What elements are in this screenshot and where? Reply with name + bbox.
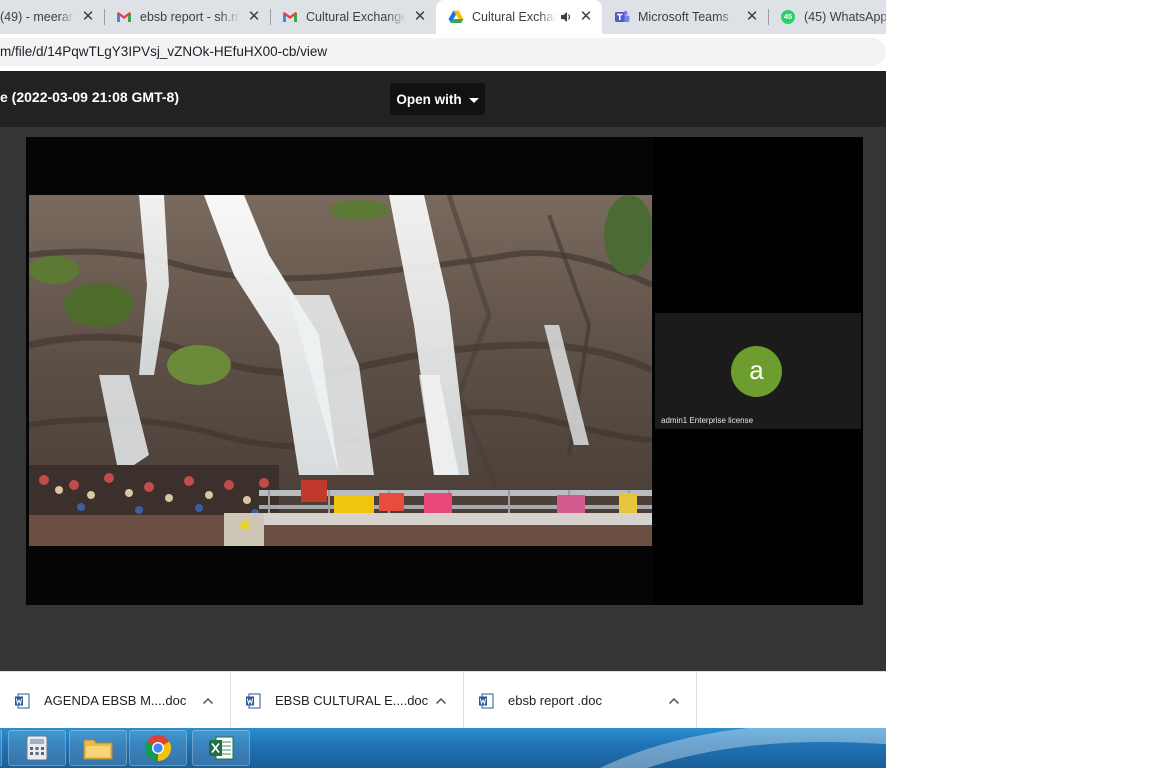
taskbar-wallpaper-swirl <box>600 728 886 768</box>
avatar: a <box>731 346 782 397</box>
whatsapp-icon: 45 <box>780 9 796 25</box>
tab-whatsapp[interactable]: 45 (45) WhatsApp <box>768 0 886 34</box>
taskbar-chrome[interactable] <box>129 730 187 766</box>
drive-viewer: e (2022-03-09 21:08 GMT-8) Open with a a… <box>0 71 886 671</box>
open-with-label: Open with <box>396 91 462 107</box>
participant-tile: a admin1 Enterprise license <box>655 313 861 429</box>
close-icon[interactable]: ✕ <box>744 9 760 25</box>
screen: (49) - meeran ✕ ebsb report - sh.m ✕ Cul… <box>0 0 886 768</box>
tab-label: Cultural Exchange I <box>306 10 406 24</box>
waterfall-video-frame <box>29 195 652 546</box>
gmail-icon <box>117 12 131 22</box>
close-icon[interactable]: ✕ <box>246 9 262 25</box>
download-name: AGENDA EBSB M....doc <box>44 693 187 708</box>
download-item[interactable]: EBSB CULTURAL E....doc <box>231 672 464 729</box>
tab-label: (45) WhatsApp <box>804 10 886 24</box>
taskbar-edge <box>0 730 2 766</box>
tab-strip: (49) - meeran ✕ ebsb report - sh.m ✕ Cul… <box>0 0 886 34</box>
word-icon <box>15 693 30 708</box>
taskbar-excel[interactable] <box>192 730 250 766</box>
file-explorer-icon <box>83 739 113 760</box>
chrome-icon <box>144 735 172 762</box>
calculator-icon <box>26 735 48 761</box>
close-icon[interactable]: ✕ <box>412 9 428 25</box>
open-with-button[interactable]: Open with <box>390 83 485 115</box>
tab-label: (49) - meeran <box>0 10 74 24</box>
tab-label: ebsb report - sh.m <box>140 10 240 24</box>
download-item[interactable]: AGENDA EBSB M....doc <box>0 672 231 729</box>
tab-ebsb-report[interactable]: ebsb report - sh.m ✕ <box>104 0 270 34</box>
download-item[interactable]: ebsb report .doc <box>464 672 697 729</box>
excel-icon <box>209 736 234 760</box>
windows-taskbar <box>0 728 886 768</box>
download-name: ebsb report .doc <box>508 693 602 708</box>
address-bar-row: m/file/d/14PqwTLgY3IPVsj_vZNOk-HEfuHX00-… <box>0 34 886 72</box>
taskbar-file-explorer[interactable] <box>69 730 127 766</box>
video-player[interactable]: a admin1 Enterprise license <box>26 137 863 605</box>
address-bar[interactable]: m/file/d/14PqwTLgY3IPVsj_vZNOk-HEfuHX00-… <box>0 38 886 66</box>
close-icon[interactable]: ✕ <box>578 9 594 25</box>
chevron-up-icon[interactable] <box>433 693 449 709</box>
participant-name: admin1 Enterprise license <box>661 416 754 425</box>
taskbar-calculator[interactable] <box>8 730 66 766</box>
close-icon[interactable]: ✕ <box>80 9 96 25</box>
download-bar: AGENDA EBSB M....doc EBSB CULTURAL E....… <box>0 671 886 729</box>
whatsapp-badge: 45 <box>783 12 793 21</box>
tab-cultural-exchange-mail[interactable]: Cultural Exchange I ✕ <box>270 0 436 34</box>
download-name: EBSB CULTURAL E....doc <box>275 693 429 708</box>
tab-microsoft-teams[interactable]: Microsoft Teams ✕ <box>602 0 768 34</box>
tab-meeran[interactable]: (49) - meeran ✕ <box>0 0 104 34</box>
file-title: e (2022-03-09 21:08 GMT-8) <box>0 89 179 105</box>
google-drive-icon <box>448 10 464 23</box>
chevron-up-icon[interactable] <box>666 693 682 709</box>
viewer-header: e (2022-03-09 21:08 GMT-8) Open with <box>0 71 886 127</box>
caret-down-icon <box>468 97 479 103</box>
word-icon <box>246 693 261 708</box>
chevron-up-icon[interactable] <box>200 693 216 709</box>
gmail-icon <box>283 12 297 22</box>
speaker-icon[interactable] <box>560 11 572 23</box>
teams-icon <box>615 10 630 22</box>
word-icon <box>479 693 494 708</box>
tab-label: Microsoft Teams <box>638 10 729 24</box>
tab-cultural-exchange-drive[interactable]: Cultural Exchan ✕ <box>436 0 602 34</box>
tab-label: Cultural Exchan <box>472 10 556 24</box>
